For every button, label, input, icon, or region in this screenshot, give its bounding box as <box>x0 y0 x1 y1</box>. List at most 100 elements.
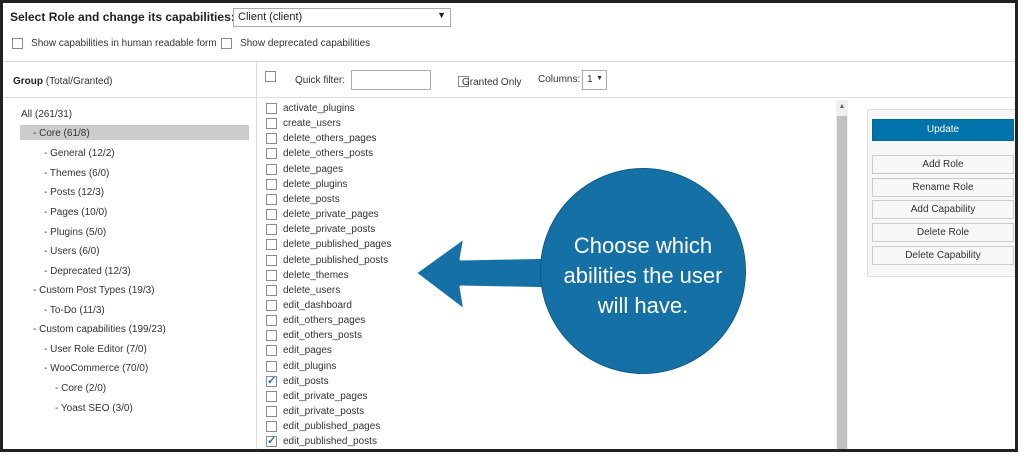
capability-label: edit_published_pages <box>283 421 381 433</box>
rename-role-button[interactable]: Rename Role <box>872 178 1014 197</box>
group-item-woocommerce-core[interactable]: - Core (2/0) <box>55 383 106 394</box>
capability-row[interactable]: delete_published_pages <box>266 239 391 254</box>
capability-label: delete_plugins <box>283 178 348 190</box>
deprecated-checkbox[interactable] <box>221 37 232 49</box>
scroll-up-icon[interactable]: ▲ <box>836 100 848 114</box>
capability-label: edit_others_posts <box>283 330 362 342</box>
capability-row[interactable]: edit_plugins <box>266 360 337 376</box>
scrollbar-thumb[interactable] <box>837 116 847 449</box>
add-role-button[interactable]: Add Role <box>872 155 1014 174</box>
group-item-woocommerce[interactable]: - WooCommerce (70/0) <box>44 363 148 374</box>
human-readable-checkbox[interactable] <box>12 37 23 49</box>
capability-label: delete_users <box>283 284 341 296</box>
capability-row[interactable]: delete_users <box>266 284 341 300</box>
capability-row[interactable]: edit_published_posts <box>266 434 377 449</box>
capability-checkbox[interactable] <box>266 284 277 296</box>
capability-checkbox[interactable] <box>266 421 277 433</box>
capability-row[interactable]: delete_others_posts <box>266 148 373 163</box>
group-item-pages[interactable]: - Pages (10/0) <box>44 207 107 218</box>
group-header-subtitle: (Total/Granted) <box>43 76 113 87</box>
group-item-todo[interactable]: - To-Do (11/3) <box>44 305 105 316</box>
capability-checkbox[interactable] <box>266 345 277 357</box>
capability-checkbox[interactable] <box>266 269 277 281</box>
capability-row[interactable]: edit_posts <box>266 374 329 391</box>
capability-label: delete_pages <box>283 163 344 175</box>
capability-row[interactable]: edit_others_pages <box>266 315 365 330</box>
capability-checkbox[interactable] <box>266 103 277 114</box>
capability-row[interactable]: edit_dashboard <box>266 299 352 315</box>
columns-select[interactable]: 1 ▼ <box>582 70 607 90</box>
deprecated-label: Show deprecated capabilities <box>240 38 371 49</box>
human-readable-option[interactable]: Show capabilities in human readable form <box>12 37 217 49</box>
quick-filter-input[interactable] <box>351 70 431 90</box>
quick-filter-label: Quick filter: <box>295 75 346 86</box>
capability-row[interactable]: delete_posts <box>266 193 340 209</box>
columns-label: Columns: <box>538 74 581 85</box>
capability-checkbox[interactable] <box>266 209 277 221</box>
group-item-custom-post-types[interactable]: - Custom Post Types (19/3) <box>33 285 155 296</box>
update-button[interactable]: Update <box>872 119 1014 141</box>
group-item-all[interactable]: All (261/31) <box>21 109 72 120</box>
group-header-title: Group <box>13 76 43 87</box>
capability-row[interactable]: delete_published_posts <box>266 254 388 270</box>
capability-checkbox[interactable] <box>266 178 277 190</box>
capability-row[interactable]: activate_plugins <box>266 103 355 118</box>
capability-row[interactable]: delete_themes <box>266 269 349 285</box>
capability-checkbox[interactable] <box>266 193 277 205</box>
group-item-deprecated[interactable]: - Deprecated (12/3) <box>44 266 131 277</box>
capability-checkbox[interactable] <box>266 163 277 175</box>
capability-checkbox[interactable] <box>266 299 277 311</box>
group-item-general[interactable]: - General (12/2) <box>44 148 115 159</box>
capability-label: edit_others_pages <box>283 315 366 327</box>
select-all-checkbox[interactable] <box>265 70 276 82</box>
capability-checkbox[interactable] <box>266 315 277 327</box>
role-select[interactable]: Client (client) ▼ <box>233 8 451 27</box>
capability-checkbox[interactable] <box>266 254 277 266</box>
capability-row[interactable]: edit_private_posts <box>266 406 364 421</box>
capability-checkbox[interactable] <box>266 360 277 372</box>
capability-label: edit_private_pages <box>283 390 368 402</box>
capability-row[interactable]: edit_published_pages <box>266 421 380 436</box>
capability-checkbox[interactable] <box>266 118 277 130</box>
capability-label: delete_published_pages <box>283 239 392 251</box>
group-item-plugins[interactable]: - Plugins (5/0) <box>44 227 106 238</box>
group-item-yoast-seo[interactable]: - Yoast SEO (3/0) <box>55 403 133 414</box>
group-item-users[interactable]: - Users (6/0) <box>44 246 100 257</box>
group-item-custom-capabilities[interactable]: - Custom capabilities (199/23) <box>33 324 166 335</box>
dropdown-arrow-icon: ▼ <box>437 10 446 20</box>
capability-checkbox[interactable] <box>266 133 277 145</box>
capability-label: delete_private_posts <box>283 224 376 236</box>
granted-only-label: Granted Only <box>462 77 522 88</box>
capability-label: edit_plugins <box>283 360 337 372</box>
add-capability-button[interactable]: Add Capability <box>872 200 1014 219</box>
capability-row[interactable]: delete_private_posts <box>266 224 375 239</box>
capability-checkbox[interactable] <box>266 224 277 236</box>
capability-row[interactable]: delete_pages <box>266 163 344 179</box>
capability-checkbox[interactable] <box>266 239 277 251</box>
capability-checkbox[interactable] <box>266 330 277 342</box>
capability-row[interactable]: delete_others_pages <box>266 133 376 148</box>
group-item-user-role-editor[interactable]: - User Role Editor (7/0) <box>44 344 147 355</box>
group-item-themes[interactable]: - Themes (6/0) <box>44 168 109 179</box>
group-item-core[interactable]: - Core (61/8) <box>33 128 90 139</box>
capability-checkbox[interactable] <box>266 148 277 160</box>
capability-row[interactable]: edit_private_pages <box>266 390 368 406</box>
capability-label: edit_private_posts <box>283 406 365 418</box>
capability-row[interactable]: delete_private_pages <box>266 209 379 224</box>
delete-capability-button[interactable]: Delete Capability <box>872 246 1014 265</box>
capability-row[interactable]: create_users <box>266 118 341 133</box>
capability-checkbox[interactable] <box>266 434 277 448</box>
group-item-posts[interactable]: - Posts (12/3) <box>44 187 104 198</box>
delete-role-button[interactable]: Delete Role <box>872 223 1014 242</box>
capability-checkbox[interactable] <box>266 390 277 402</box>
deprecated-option[interactable]: Show deprecated capabilities <box>221 37 370 49</box>
capability-checkbox[interactable] <box>266 406 277 417</box>
capability-label: delete_themes <box>283 269 349 281</box>
capability-row[interactable]: edit_others_posts <box>266 330 362 345</box>
role-select-value: Client (client) <box>238 11 303 23</box>
capability-checkbox[interactable] <box>266 374 277 387</box>
capability-row[interactable]: edit_pages <box>266 345 332 360</box>
columns-value: 1 <box>587 74 593 85</box>
capability-row[interactable]: delete_plugins <box>266 178 348 194</box>
capability-label: edit_posts <box>283 375 329 387</box>
